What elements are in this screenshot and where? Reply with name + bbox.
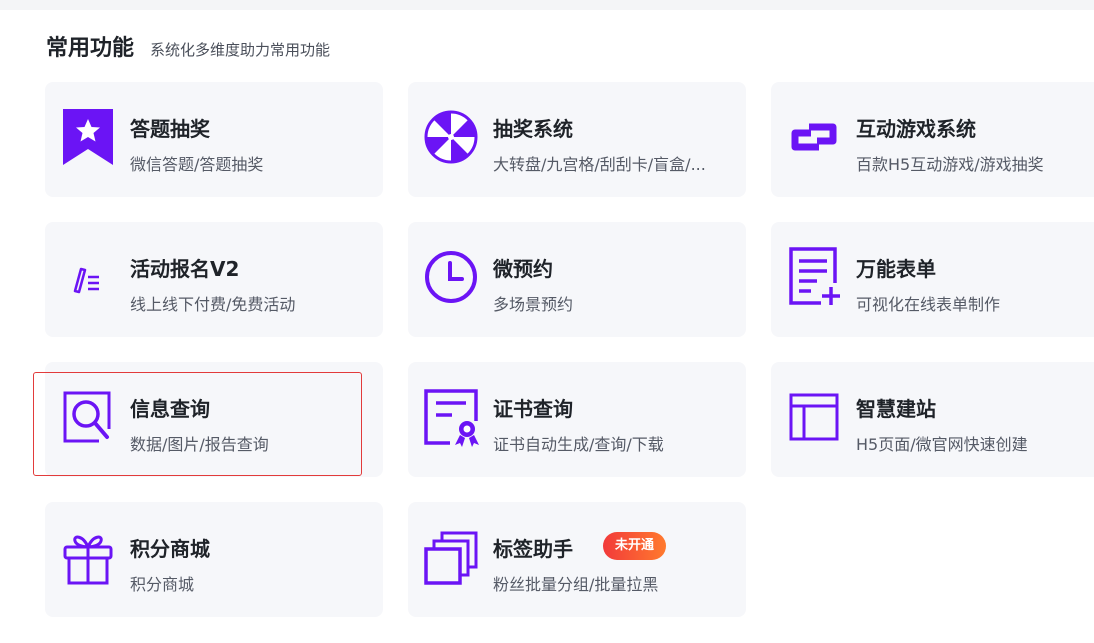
lottery-wheel-icon [424,107,478,167]
card-description: 多场景预约 [493,295,574,314]
card-title: 信息查询 [130,397,210,421]
gift-icon [61,527,115,587]
card-title: 智慧建站 [856,397,936,421]
card-description: 粉丝批量分组/批量拉黑 [493,575,659,594]
card-title: 答题抽奖 [130,117,210,141]
card-description: 百款H5互动游戏/游戏抽奖 [856,155,1044,174]
layout-icon [787,387,841,447]
form-add-icon [787,247,841,307]
card-description: 证书自动生成/查询/下载 [493,435,664,454]
card-description: 微信答题/答题抽奖 [130,155,264,174]
card-lottery-system[interactable]: 抽奖系统 大转盘/九宫格/刮刮卡/盲盒/... [408,82,746,197]
search-doc-icon [61,387,115,447]
card-quiz-lottery[interactable]: 答题抽奖 微信答题/答题抽奖 [45,82,383,197]
card-tag-assistant[interactable]: 标签助手 未开通 粉丝批量分组/批量拉黑 [408,502,746,617]
card-info-query[interactable]: 信息查询 数据/图片/报告查询 [45,362,383,477]
certificate-icon [424,387,479,447]
card-description: H5页面/微官网快速创建 [856,435,1028,454]
card-title: 标签助手 [493,537,573,561]
card-description: 大转盘/九宫格/刮刮卡/盲盒/... [493,155,706,174]
card-title: 证书查询 [493,397,573,421]
pen-list-icon [61,247,115,307]
card-certificate-query[interactable]: 证书查询 证书自动生成/查询/下载 [408,362,746,477]
stack-pages-icon [424,527,478,587]
card-title: 活动报名V2 [130,257,240,281]
card-title: 微预约 [493,257,553,281]
section-subtitle: 系统化多维度助力常用功能 [150,41,331,59]
section-header: 常用功能 系统化多维度助力常用功能 [46,30,330,62]
top-bar [0,0,1094,10]
card-title: 互动游戏系统 [856,117,976,141]
card-event-signup[interactable]: 活动报名V2 线上线下付费/免费活动 [45,222,383,337]
card-description: 数据/图片/报告查询 [130,435,269,454]
card-points-mall[interactable]: 积分商城 积分商城 [45,502,383,617]
not-activated-badge: 未开通 [603,532,667,560]
clock-icon [424,247,478,307]
card-title: 万能表单 [856,257,936,281]
card-description: 线上线下付费/免费活动 [130,295,296,314]
card-appointment[interactable]: 微预约 多场景预约 [408,222,746,337]
card-title: 抽奖系统 [493,117,573,141]
section-title: 常用功能 [46,36,135,61]
card-title: 积分商城 [130,537,210,561]
card-interactive-games[interactable]: 互动游戏系统 百款H5互动游戏/游戏抽奖 [771,82,1094,197]
link-chain-icon [787,107,841,167]
card-universal-form[interactable]: 万能表单 可视化在线表单制作 [771,222,1094,337]
card-description: 积分商城 [130,575,195,594]
ribbon-star-icon [61,107,115,167]
card-description: 可视化在线表单制作 [856,295,1001,314]
card-smart-site[interactable]: 智慧建站 H5页面/微官网快速创建 [771,362,1094,477]
